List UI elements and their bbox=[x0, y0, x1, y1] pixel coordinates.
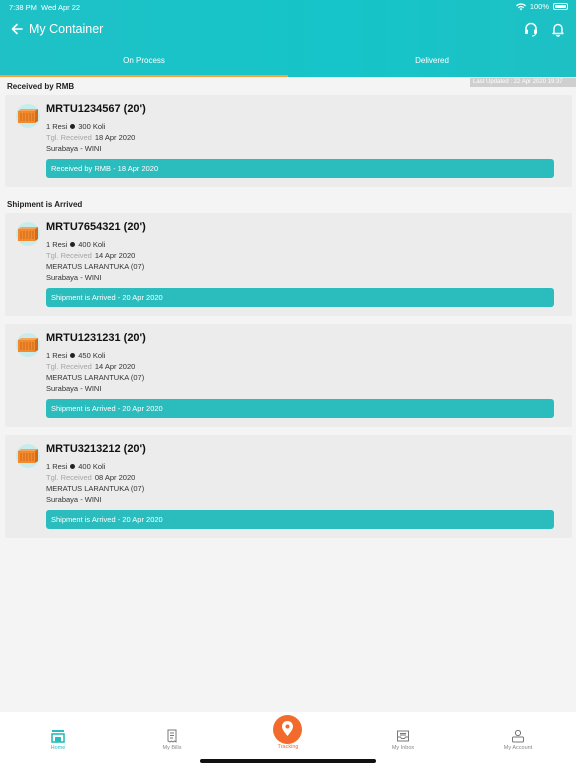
received-date-line: Tgl. Received 14 Apr 2020 bbox=[46, 362, 135, 371]
section-title: Shipment is Arrived bbox=[7, 200, 83, 209]
home-icon bbox=[51, 730, 65, 743]
route: Surabaya - WINI bbox=[46, 495, 102, 504]
header: 7:38 PM Wed Apr 22 100% My Container On … bbox=[0, 0, 576, 77]
account-icon bbox=[512, 729, 524, 743]
status-badge: Shipment is Arrived - 20 Apr 2020 bbox=[46, 399, 554, 418]
resi-count: 1 Resi bbox=[46, 122, 68, 131]
container-number: MRTU1234567 (20') bbox=[46, 103, 146, 115]
received-date-line: Tgl. Received 14 Apr 2020 bbox=[46, 251, 135, 260]
tab-bar: On Process Delivered bbox=[0, 51, 576, 77]
section-title: Received by RMB bbox=[7, 82, 75, 91]
received-label: Tgl. Received bbox=[46, 133, 92, 142]
nav-my-account-label: My Account bbox=[503, 745, 533, 751]
received-label: Tgl. Received bbox=[46, 251, 92, 260]
container-icon bbox=[16, 104, 40, 128]
status-bar: 7:38 PM Wed Apr 22 100% bbox=[0, 2, 576, 14]
status-badge: Shipment is Arrived - 20 Apr 2020 bbox=[46, 288, 554, 307]
status-time: 7:38 PM bbox=[9, 3, 37, 12]
nav-home-label: Home bbox=[50, 745, 66, 751]
nav-my-bills-label: My Bills bbox=[162, 745, 182, 751]
resi-koli-line: 1 Resi 400 Koli bbox=[46, 462, 105, 471]
wifi-icon bbox=[515, 2, 526, 10]
container-card[interactable]: MRTU7654321 (20') 1 Resi 400 Koli Tgl. Re… bbox=[5, 213, 572, 316]
received-date-line: Tgl. Received 18 Apr 2020 bbox=[46, 133, 135, 142]
container-card[interactable]: MRTU1234567 (20') 1 Resi 300 Koli Tgl. Re… bbox=[5, 95, 572, 187]
koli-count: 400 Koli bbox=[78, 240, 106, 249]
resi-count: 1 Resi bbox=[46, 462, 68, 471]
status-badge: Shipment is Arrived - 20 Apr 2020 bbox=[46, 510, 554, 529]
container-number: MRTU7654321 (20') bbox=[46, 221, 146, 233]
container-card[interactable]: MRTU3213212 (20') 1 Resi 400 Koli Tgl. Re… bbox=[5, 435, 572, 538]
received-date: 08 Apr 2020 bbox=[94, 473, 136, 482]
location-pin-icon bbox=[282, 721, 293, 736]
tracking-button[interactable] bbox=[273, 715, 302, 744]
received-date: 14 Apr 2020 bbox=[94, 251, 136, 260]
headset-icon[interactable] bbox=[523, 21, 539, 37]
resi-count: 1 Resi bbox=[46, 351, 68, 360]
route: Surabaya - WINI bbox=[46, 384, 102, 393]
received-date: 14 Apr 2020 bbox=[94, 362, 136, 371]
vessel-name: MERATUS LARANTUKA (07) bbox=[46, 484, 145, 493]
koli-count: 400 Koli bbox=[78, 462, 106, 471]
tab-on-process[interactable]: On Process bbox=[0, 51, 288, 77]
container-icon bbox=[16, 444, 40, 468]
received-label: Tgl. Received bbox=[46, 473, 92, 482]
page-title: My Container bbox=[29, 22, 104, 36]
resi-count: 1 Resi bbox=[46, 240, 68, 249]
container-number: MRTU3213212 (20') bbox=[46, 443, 146, 455]
vessel-name: MERATUS LARANTUKA (07) bbox=[46, 262, 145, 271]
back-arrow-icon[interactable] bbox=[10, 21, 24, 37]
nav-tracking-label[interactable]: Tracking bbox=[258, 744, 318, 750]
status-right: 100% bbox=[515, 2, 568, 11]
route: Surabaya - WINI bbox=[46, 144, 102, 153]
route: Surabaya - WINI bbox=[46, 273, 102, 282]
nav-my-inbox-label: My Inbox bbox=[391, 745, 415, 751]
koli-count: 300 Koli bbox=[78, 122, 106, 131]
container-card[interactable]: MRTU1231231 (20') 1 Resi 450 Koli Tgl. Re… bbox=[5, 324, 572, 427]
bill-icon bbox=[167, 729, 177, 743]
received-date: 18 Apr 2020 bbox=[94, 133, 136, 142]
bell-icon[interactable] bbox=[550, 21, 566, 37]
home-indicator bbox=[200, 759, 376, 763]
battery-icon bbox=[553, 3, 568, 10]
resi-koli-line: 1 Resi 300 Koli bbox=[46, 122, 105, 131]
received-label: Tgl. Received bbox=[46, 362, 92, 371]
inbox-icon bbox=[397, 730, 409, 742]
tab-delivered[interactable]: Delivered bbox=[288, 51, 576, 77]
container-icon bbox=[16, 333, 40, 357]
last-updated: Last Updated : 22 Apr 2020 19:37 bbox=[470, 78, 576, 87]
status-date: Wed Apr 22 bbox=[41, 3, 81, 12]
vessel-name: MERATUS LARANTUKA (07) bbox=[46, 373, 145, 382]
resi-koli-line: 1 Resi 450 Koli bbox=[46, 351, 105, 360]
app-bar: My Container bbox=[0, 18, 576, 42]
resi-koli-line: 1 Resi 400 Koli bbox=[46, 240, 105, 249]
koli-count: 450 Koli bbox=[78, 351, 106, 360]
container-icon bbox=[16, 222, 40, 246]
container-number: MRTU1231231 (20') bbox=[46, 332, 146, 344]
battery-percent: 100% bbox=[529, 2, 549, 11]
status-badge: Received by RMB - 18 Apr 2020 bbox=[46, 159, 554, 178]
received-date-line: Tgl. Received 08 Apr 2020 bbox=[46, 473, 135, 482]
